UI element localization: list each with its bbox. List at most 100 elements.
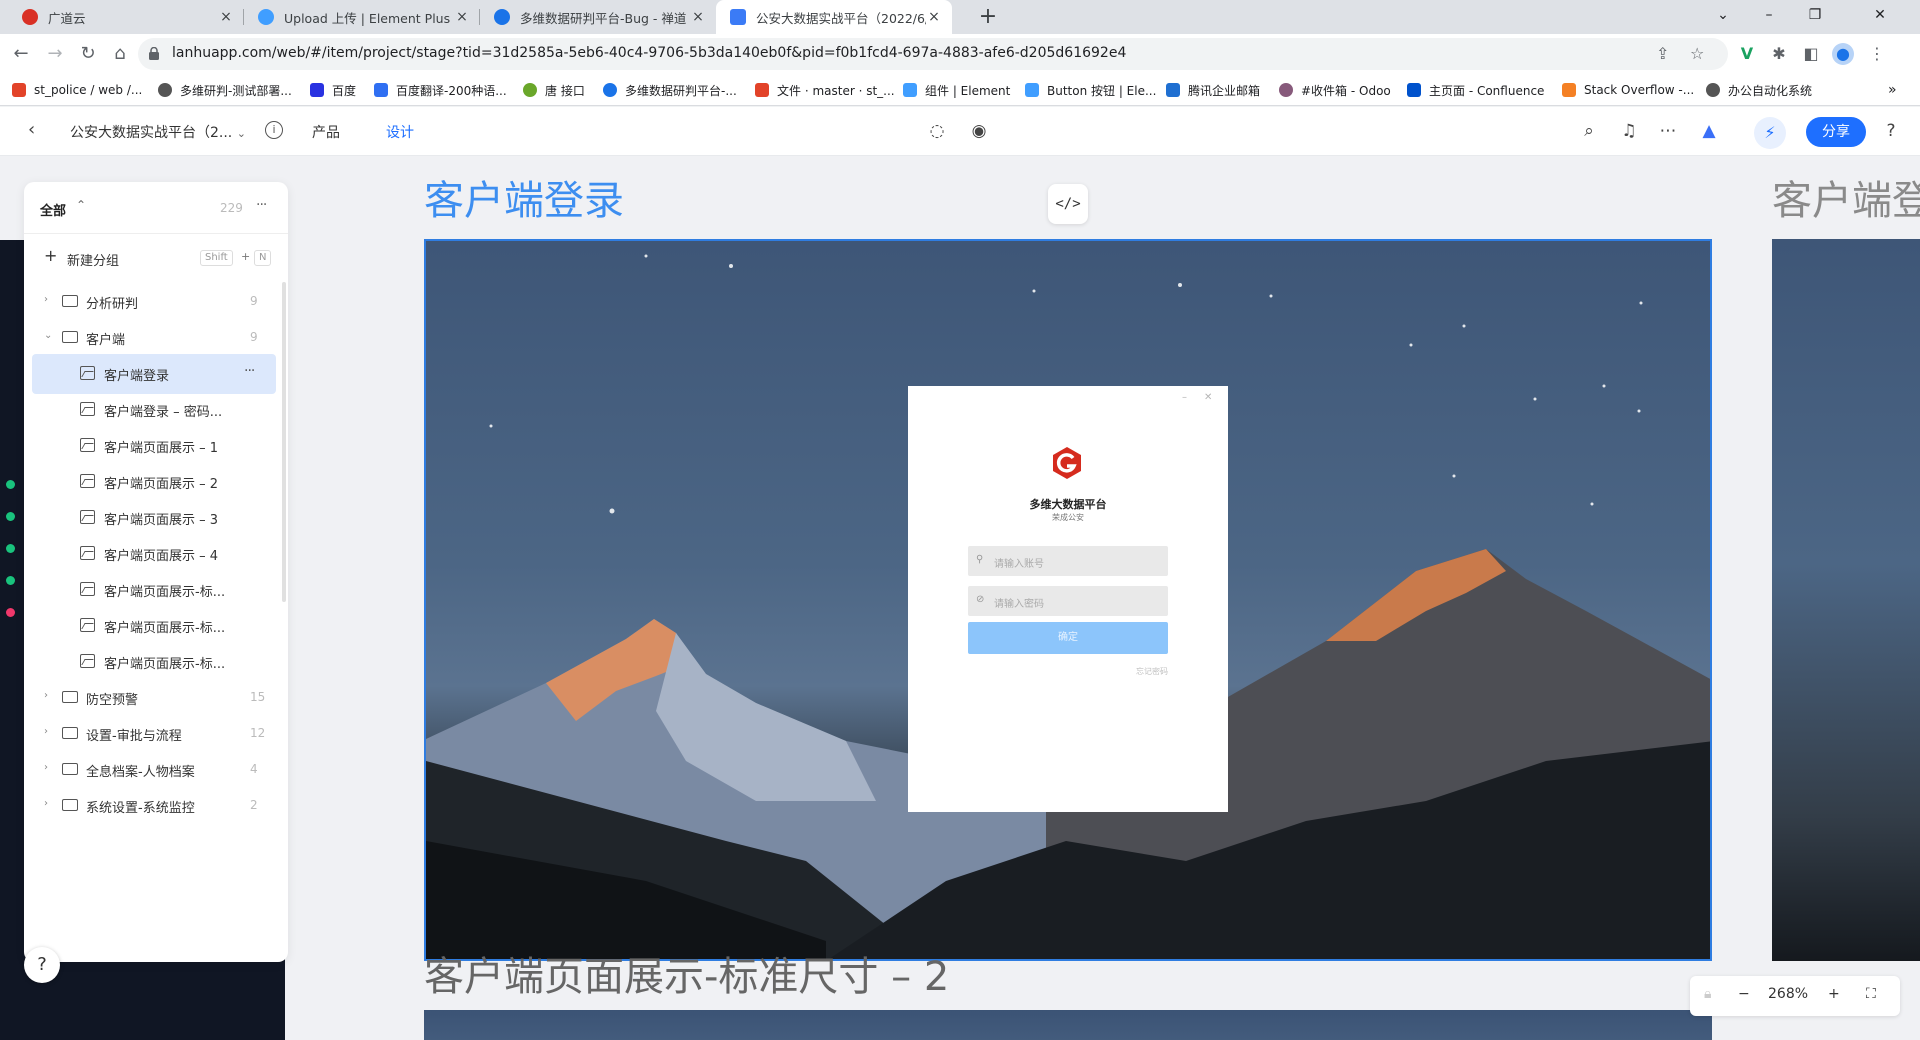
folder-item[interactable]: › 系统设置-系统监控 2	[32, 786, 276, 826]
folder-item[interactable]: › 全息档案-人物档案 4	[32, 750, 276, 790]
bookmark-item[interactable]: 文件 · master · st_...	[755, 81, 895, 99]
artboard-login[interactable]: – ✕ 多维大数据平台 荣成公安 ⚲ 请输入账号 ⊘ 请输入密码 确定 忘记密码	[424, 239, 1712, 961]
browser-menu-icon[interactable]: ⋮	[1866, 43, 1888, 65]
artboard-item[interactable]: 客户端页面展示 – 1	[32, 426, 276, 466]
folder-item[interactable]: › 防空预警 15	[32, 678, 276, 718]
more-icon[interactable]: ···	[244, 363, 255, 379]
folder-item[interactable]: › 分析研判 9	[32, 282, 276, 322]
url-text[interactable]: lanhuapp.com/web/#/item/project/stage?ti…	[172, 45, 1126, 61]
tab-search-icon[interactable]: ⌄	[1700, 0, 1746, 34]
next-artboard-preview[interactable]	[1772, 239, 1920, 961]
bookmark-item[interactable]: 多维研判-测试部署...	[158, 81, 292, 99]
zoom-in-button[interactable]: +	[1828, 986, 1840, 1002]
panel-scrollbar[interactable]	[282, 282, 286, 602]
artboard-item-selected[interactable]: 客户端登录 ···	[32, 354, 276, 394]
browser-tab[interactable]: 广道云 ×	[8, 0, 244, 34]
chevron-down-icon[interactable]: ⌄	[44, 330, 52, 341]
bookmark-star-icon[interactable]: ☆	[1690, 44, 1704, 63]
artboard-item[interactable]: 客户端登录 – 密码...	[32, 390, 276, 430]
bookmark-item[interactable]: Button 按钮 | Ele...	[1025, 81, 1156, 99]
close-tab-icon[interactable]: ×	[690, 9, 706, 25]
close-tab-icon[interactable]: ×	[926, 9, 942, 25]
more-bookmarks-icon[interactable]: »	[1888, 81, 1897, 99]
folder-item[interactable]: › 设置-审批与流程 12	[32, 714, 276, 754]
comment-icon[interactable]: ◌	[926, 120, 948, 142]
filter-dropdown[interactable]: 全部	[40, 200, 66, 219]
bookmark-item[interactable]: 百度	[310, 81, 356, 99]
tab-product[interactable]: 产品	[312, 122, 340, 142]
globe-icon	[1706, 83, 1720, 97]
zoom-out-button[interactable]: −	[1738, 986, 1750, 1002]
back-arrow-icon[interactable]: ‹	[28, 119, 35, 140]
bolt-icon[interactable]: ⚡	[1754, 117, 1786, 149]
more-icon[interactable]: ···	[256, 197, 267, 213]
account-field: ⚲ 请输入账号	[968, 546, 1168, 576]
login-window-mock: – ✕ 多维大数据平台 荣成公安 ⚲ 请输入账号 ⊘ 请输入密码 确定 忘记密码	[908, 386, 1228, 812]
bookmark-item[interactable]: 组件 | Element	[903, 81, 1010, 99]
bookmark-item[interactable]: 唐 接口	[523, 81, 585, 99]
chevron-right-icon[interactable]: ›	[44, 726, 48, 737]
tab-title: 多维数据研判平台-Bug - 禅道	[520, 10, 687, 26]
help-icon[interactable]: ?	[1880, 120, 1902, 142]
next-artboard-title[interactable]: 客户端登	[1772, 168, 1920, 226]
reload-icon[interactable]: ↻	[75, 42, 101, 66]
close-window-icon[interactable]: ✕	[1850, 0, 1910, 34]
bookmark-item[interactable]: 多维数据研判平台-...	[603, 81, 737, 99]
design-canvas[interactable]: 客户端登录 客户端登 </> – ✕ 多维大数据平台 荣成公安 ⚲ 请输入账号 …	[0, 156, 1920, 1040]
minimize-icon[interactable]: –	[1746, 0, 1792, 34]
share-page-icon[interactable]: ⇪	[1656, 44, 1669, 63]
side-panel-icon[interactable]: ◧	[1800, 43, 1822, 65]
chevron-up-icon[interactable]: ⌃	[76, 198, 86, 212]
profile-avatar-icon[interactable]: ●	[1832, 43, 1854, 65]
browser-tab-active[interactable]: 公安大数据实战平台（2022/6/1 ×	[716, 0, 952, 34]
bookmark-item[interactable]: 主页面 - Confluence	[1407, 81, 1544, 99]
bookmark-item[interactable]: #收件箱 - Odoo	[1279, 81, 1391, 99]
close-tab-icon[interactable]: ×	[218, 9, 234, 25]
artboard-item[interactable]: 客户端页面展示 – 3	[32, 498, 276, 538]
bookmark-item[interactable]: st_police / web /...	[12, 81, 142, 99]
home-icon[interactable]: ⌂	[107, 42, 133, 66]
fullscreen-icon[interactable]: ⛶	[1866, 986, 1876, 1002]
zoom-level[interactable]: 268%	[1768, 986, 1808, 1002]
close-tab-icon[interactable]: ×	[454, 9, 470, 25]
artboard-item[interactable]: 客户端页面展示 – 4	[32, 534, 276, 574]
tab-design[interactable]: 设计	[386, 122, 414, 160]
code-button[interactable]: </>	[1048, 184, 1088, 224]
omnibox[interactable]: lanhuapp.com/web/#/item/project/stage?ti…	[138, 38, 1728, 70]
bookmark-item[interactable]: Stack Overflow -...	[1562, 81, 1694, 99]
more-icon[interactable]: ⋯	[1657, 120, 1679, 142]
bookmark-item[interactable]: 百度翻译-200种语...	[374, 81, 507, 99]
browser-tab[interactable]: Upload 上传 | Element Plus ×	[244, 0, 480, 34]
team-logo-icon[interactable]: ▲	[1698, 120, 1720, 142]
folder-item[interactable]: ⌄ 客户端 9	[32, 318, 276, 358]
vue-extension-icon[interactable]: V	[1736, 43, 1758, 65]
lower-artboard-title[interactable]: 客户端页面展示-标准尺寸 – 2	[424, 944, 949, 1002]
share-button[interactable]: 分享	[1806, 117, 1866, 147]
artboard-item[interactable]: 客户端页面展示 – 2	[32, 462, 276, 502]
new-group-button[interactable]: + 新建分组 Shift + N	[24, 242, 288, 274]
artboard-item[interactable]: 客户端页面展示-标...	[32, 642, 276, 682]
bookmark-item[interactable]: 腾讯企业邮箱	[1166, 81, 1260, 99]
chevron-right-icon[interactable]: ›	[44, 690, 48, 701]
bookmark-item[interactable]: 办公自动化系统	[1706, 81, 1812, 99]
chevron-right-icon[interactable]: ›	[44, 798, 48, 809]
chevron-right-icon[interactable]: ›	[44, 762, 48, 773]
artboard-item[interactable]: 客户端页面展示-标...	[32, 606, 276, 646]
preview-eye-icon[interactable]: ◉	[968, 120, 990, 142]
browser-tab[interactable]: 多维数据研判平台-Bug - 禅道 ×	[480, 0, 716, 34]
help-button[interactable]: ?	[24, 947, 60, 983]
bell-icon[interactable]: ♫	[1618, 120, 1640, 142]
project-switcher[interactable]: 公安大数据实战平台（2... ⌄	[70, 122, 246, 142]
lower-artboard-preview[interactable]	[424, 1010, 1712, 1040]
chevron-right-icon[interactable]: ›	[44, 294, 48, 305]
info-icon[interactable]: i	[265, 121, 283, 139]
artboard-item[interactable]: 客户端页面展示-标...	[32, 570, 276, 610]
artboard-title[interactable]: 客户端登录	[424, 168, 624, 226]
forward-icon[interactable]: →	[42, 42, 68, 66]
search-icon[interactable]: ⌕	[1578, 120, 1600, 142]
new-tab-button[interactable]: +	[975, 4, 1001, 29]
lock-icon[interactable]: 🔒︎	[1704, 986, 1711, 1002]
extensions-icon[interactable]: ✱	[1768, 43, 1790, 65]
back-icon[interactable]: ←	[8, 42, 34, 66]
restore-icon[interactable]: ❐	[1792, 0, 1838, 34]
